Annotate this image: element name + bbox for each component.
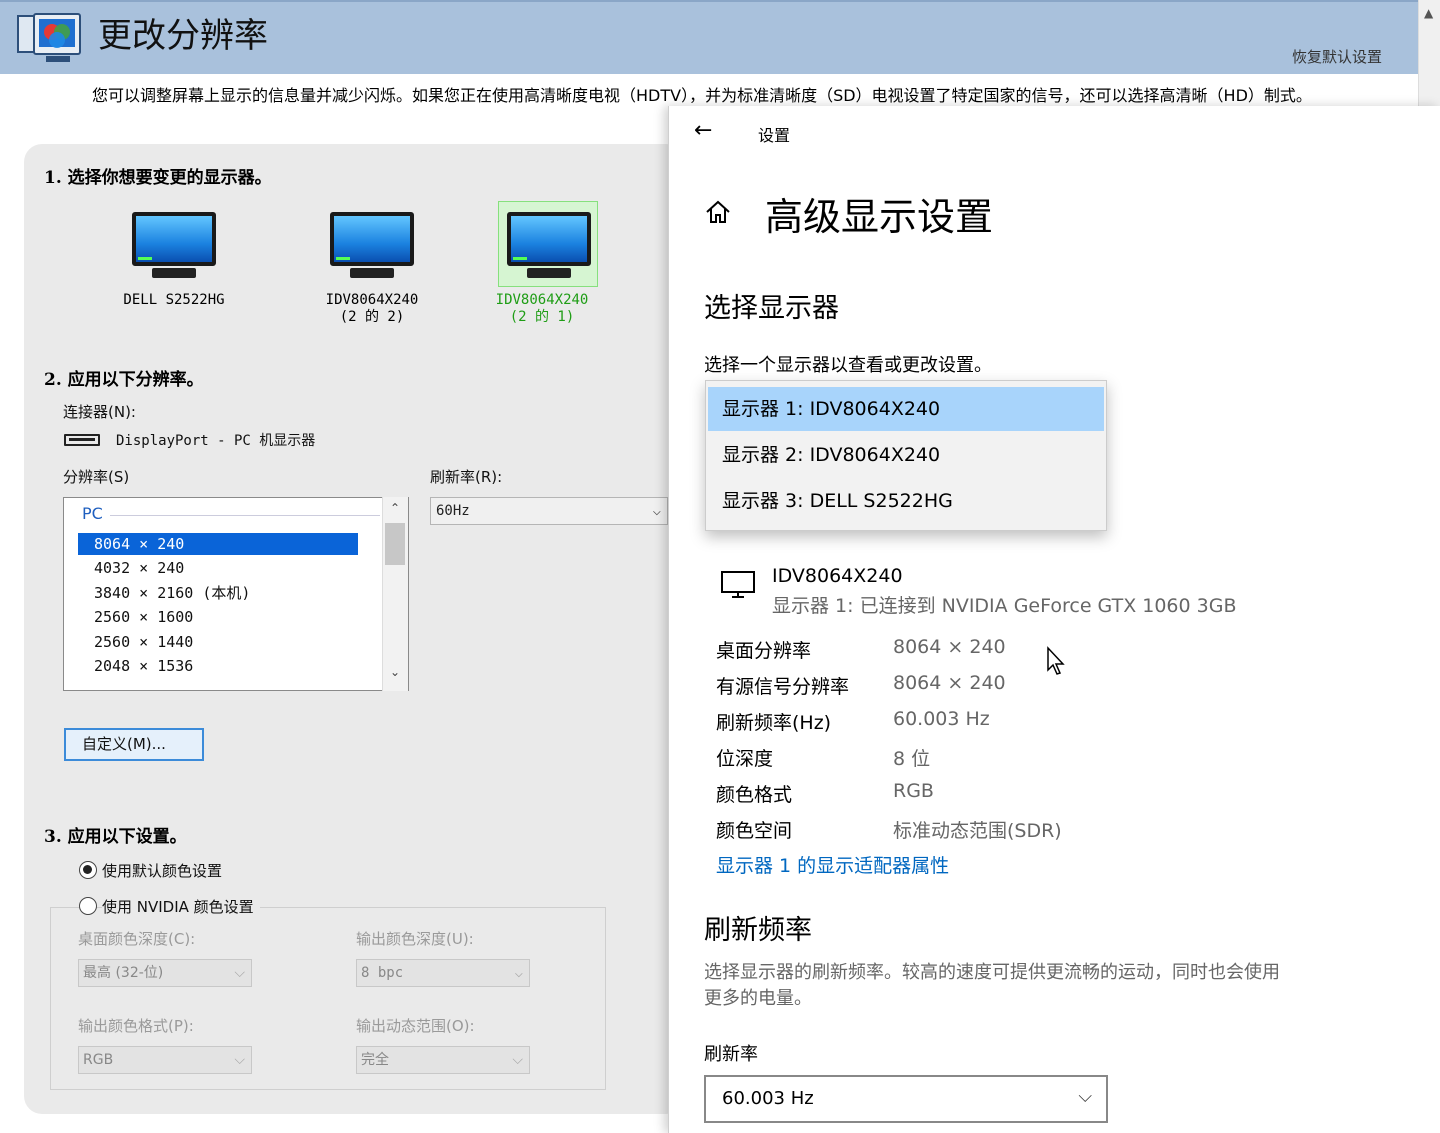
refresh-rate-dropdown[interactable]: 60.003 Hz ⌵	[704, 1075, 1108, 1123]
nvidia-display-icon	[16, 12, 82, 66]
dynamic-range-label: 输出动态范围(O):	[356, 1017, 475, 1035]
info-value: 8064 × 240	[893, 672, 1006, 694]
resolution-group-label: PC	[82, 504, 103, 523]
desktop-depth-label: 桌面颜色深度(C):	[78, 930, 196, 948]
chevron-down-icon: ⌵	[1078, 1086, 1092, 1107]
settings-page-title: 高级显示设置	[765, 195, 994, 239]
monitor-label-line1: DELL S2522HG	[123, 292, 225, 308]
list-item[interactable]: 3840 × 2160 (本机)	[78, 582, 358, 604]
info-label: 刷新频率(Hz)	[716, 712, 832, 734]
page-description: 您可以调整屏幕上显示的信息量并减少闪烁。如果您正在使用高清晰度电视（HDTV），…	[92, 86, 1312, 105]
refresh-rate-field-label: 刷新率	[704, 1044, 758, 1065]
info-label: 颜色格式	[716, 784, 793, 806]
output-depth-value: 8 bpc	[361, 965, 404, 981]
chevron-down-icon: ⌵	[512, 1052, 523, 1068]
desktop-depth-value: 最高 (32-位)	[83, 965, 164, 981]
scrollbar[interactable]: ▲	[1418, 0, 1440, 106]
info-value: 60.003 Hz	[893, 708, 990, 730]
radio-default-label: 使用默认颜色设置	[102, 862, 223, 880]
info-label: 桌面分辨率	[716, 640, 812, 662]
connector-value: DisplayPort - PC 机显示器	[116, 433, 316, 449]
chevron-down-icon: ⌵	[234, 965, 245, 981]
monitor-label: IDV8064X240 (2 的 2)	[292, 292, 452, 326]
desktop-depth-select[interactable]: 最高 (32-位) ⌵	[78, 959, 252, 987]
list-item[interactable]: 2560 × 1600	[78, 606, 358, 628]
output-format-label: 输出颜色格式(P):	[78, 1017, 194, 1035]
monitor-label-selected: IDV8064X240 (2 的 1)	[462, 292, 622, 326]
output-format-value: RGB	[83, 1052, 114, 1068]
customize-button[interactable]: 自定义(M)...	[64, 728, 204, 761]
list-item-selected[interactable]: 8064 × 240	[78, 533, 358, 555]
chevron-down-icon[interactable]: ⌄	[390, 665, 400, 679]
monitor-icon	[326, 208, 418, 278]
display-name: IDV8064X240	[772, 565, 903, 587]
info-value: RGB	[893, 780, 934, 802]
refresh-rate-desc-line2: 更多的电量。	[704, 988, 812, 1009]
chevron-down-icon: ⌵	[652, 503, 661, 519]
monitor-label-line1: IDV8064X240	[495, 292, 589, 308]
home-icon[interactable]	[704, 198, 732, 230]
info-value: 8 位	[893, 748, 931, 770]
info-label: 位深度	[716, 748, 774, 770]
refresh-rate-dropdown-value: 60.003 Hz	[722, 1088, 814, 1109]
page-title: 更改分辨率	[98, 16, 268, 56]
dropdown-item[interactable]: 显示器 3: DELL S2522HG	[708, 479, 1104, 523]
monitor-label-line1: IDV8064X240	[325, 292, 419, 308]
refresh-rate-heading: 刷新频率	[704, 915, 812, 946]
monitor-dell[interactable]	[128, 208, 220, 282]
monitor-idv-2[interactable]	[326, 208, 418, 282]
list-item[interactable]: 2048 × 1536	[78, 655, 358, 677]
chevron-down-icon: ⌵	[514, 965, 523, 981]
displayport-icon	[64, 434, 100, 446]
step1-heading: 1. 选择你想要变更的显示器。	[44, 168, 272, 188]
chevron-down-icon: ⌵	[234, 1052, 245, 1068]
monitor-label-line2: (2 的 1)	[509, 309, 575, 325]
monitor-idv-1-selected[interactable]	[498, 201, 598, 287]
select-display-desc: 选择一个显示器以查看或更改设置。	[704, 355, 992, 376]
list-item[interactable]: 2560 × 1440	[78, 631, 358, 653]
output-format-select[interactable]: RGB ⌵	[78, 1046, 252, 1074]
dropdown-item[interactable]: 显示器 2: IDV8064X240	[708, 433, 1104, 477]
monitor-icon	[128, 208, 220, 278]
output-depth-select[interactable]: 8 bpc ⌵	[356, 959, 530, 987]
select-display-heading: 选择显示器	[704, 293, 839, 324]
restore-defaults-link[interactable]: 恢复默认设置	[1292, 46, 1382, 67]
refresh-rate-desc-line1: 选择显示器的刷新频率。较高的速度可提供更流畅的运动，同时也会使用	[704, 962, 1280, 983]
radio-nvidia-color[interactable]	[79, 897, 97, 915]
info-label: 颜色空间	[716, 820, 793, 842]
adapter-properties-link[interactable]: 显示器 1 的显示适配器属性	[716, 851, 949, 878]
scroll-thumb[interactable]	[385, 523, 405, 565]
monitor-icon	[503, 208, 595, 278]
back-arrow-icon[interactable]: ←	[694, 118, 712, 143]
info-value: 8064 × 240	[893, 636, 1006, 658]
dynamic-range-value: 完全	[361, 1052, 389, 1068]
resolution-list-scrollbar[interactable]: ⌃ ⌄	[382, 497, 408, 691]
step3-heading: 3. 应用以下设置。	[44, 827, 187, 847]
monitor-label: DELL S2522HG	[94, 292, 254, 309]
resolution-label: 分辨率(S)	[63, 468, 130, 486]
list-item[interactable]: 4032 × 240	[78, 557, 358, 579]
refresh-rate-select[interactable]: 60Hz ⌵	[430, 497, 668, 525]
group-divider	[110, 515, 380, 516]
output-depth-label: 输出颜色深度(U):	[356, 930, 474, 948]
radio-nvidia-label: 使用 NVIDIA 颜色设置	[102, 896, 260, 917]
connector-label: 连接器(N):	[63, 403, 136, 421]
info-label: 有源信号分辨率	[716, 676, 850, 698]
chevron-up-icon[interactable]: ⌃	[390, 501, 400, 515]
info-value: 标准动态范围(SDR)	[893, 820, 1062, 842]
display-subtitle: 显示器 1: 已连接到 NVIDIA GeForce GTX 1060 3GB	[772, 595, 1237, 617]
display-dropdown[interactable]: 显示器 1: IDV8064X240 显示器 2: IDV8064X240 显示…	[705, 380, 1107, 531]
monitor-icon	[720, 570, 756, 604]
radio-default-color[interactable]	[79, 861, 97, 879]
mouse-cursor-icon	[1046, 646, 1066, 680]
resolution-list[interactable]: PC 8064 × 240 4032 × 240 3840 × 2160 (本机…	[63, 497, 409, 691]
dropdown-item-selected[interactable]: 显示器 1: IDV8064X240	[708, 387, 1104, 431]
refresh-rate-value: 60Hz	[436, 503, 470, 519]
refresh-rate-label: 刷新率(R):	[430, 468, 503, 486]
monitor-label-line2: (2 的 2)	[339, 309, 405, 325]
step2-heading: 2. 应用以下分辨率。	[44, 370, 204, 390]
dynamic-range-select[interactable]: 完全 ⌵	[356, 1046, 530, 1074]
settings-title: 设置	[758, 126, 791, 145]
scroll-up-icon[interactable]: ▲	[1424, 6, 1433, 20]
